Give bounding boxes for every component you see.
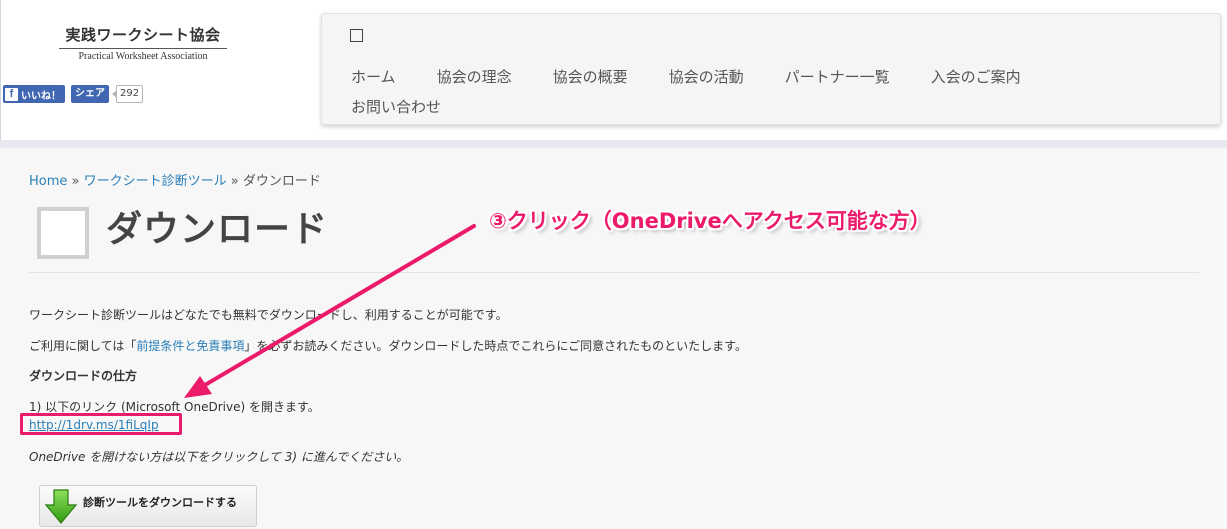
annotation-highlight-box: [20, 413, 182, 435]
annotation-label: ③クリック（OneDriveへアクセス可能な方）: [489, 209, 931, 233]
annotation-arrow-icon: [184, 224, 476, 398]
